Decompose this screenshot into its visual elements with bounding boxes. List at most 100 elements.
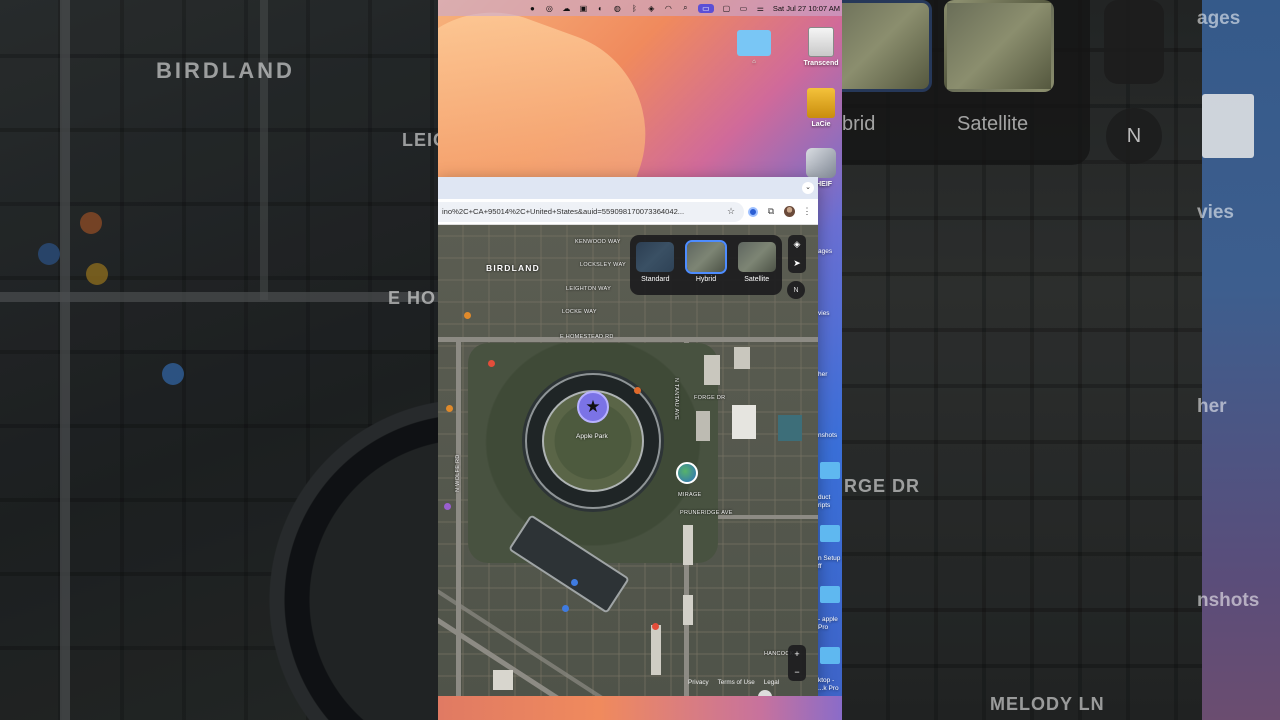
zoom-in-button[interactable]: +	[794, 649, 799, 659]
backdrop-thumb-hybrid	[842, 0, 932, 92]
desktop-drive-lacie[interactable]: LaCie	[798, 88, 842, 128]
building	[734, 347, 750, 369]
backdrop-side-label: nshots	[1197, 590, 1260, 611]
desktop-icon-label[interactable]: - apple	[818, 616, 838, 623]
folder-icon[interactable]	[820, 525, 840, 542]
battery-icon[interactable]: ▭	[739, 4, 748, 13]
backdrop-street-label: LEIG	[402, 130, 438, 150]
desktop-side-icons: ages vies her nshots duct ripts n Setup …	[818, 200, 842, 696]
desktop-icon-label[interactable]: ff	[818, 563, 822, 570]
building	[683, 595, 693, 625]
map-type-satellite[interactable]: Satellite	[735, 242, 779, 295]
map-type-picker: Standard Hybrid Satellite	[630, 235, 782, 295]
map-type-label: Satellite	[744, 276, 770, 283]
folder-icon[interactable]	[820, 647, 840, 664]
privacy-link[interactable]: Privacy	[688, 679, 709, 686]
poi-shop-icon[interactable]	[444, 503, 451, 510]
search-icon[interactable]: ⌕	[681, 3, 690, 13]
tab-strip: ⌄	[438, 177, 818, 199]
layers-icon[interactable]: ◈	[647, 4, 656, 13]
legal-link[interactable]: Legal	[764, 679, 779, 686]
drive-icon	[808, 27, 834, 57]
desktop-icon-label[interactable]: ktop -	[818, 677, 834, 684]
backdrop-file	[1202, 94, 1254, 158]
browser-toolbar: ino%2C+CA+95014%2C+United+States&auid=55…	[438, 199, 818, 225]
desktop-drive-transcend[interactable]: Transcend	[798, 27, 842, 67]
chevron-down-icon[interactable]: ⌄	[802, 182, 814, 194]
paint-icon[interactable]: ◐	[596, 4, 605, 13]
control-center-icon[interactable]: ⚌	[756, 4, 765, 13]
desktop-icon-label: LaCie	[811, 121, 831, 128]
map-type-thumbnail	[684, 240, 727, 274]
address-bar[interactable]: ino%2C+CA+95014%2C+United+States&auid=55…	[438, 201, 744, 222]
building	[651, 625, 661, 675]
poi-parking-icon[interactable]	[571, 579, 578, 586]
desktop-icon-label[interactable]: ...k Pro	[818, 685, 839, 692]
profile-avatar[interactable]	[780, 203, 798, 221]
location-arrow-icon[interactable]: ➤	[793, 258, 801, 269]
map-type-label: Hybrid	[695, 276, 717, 283]
backdrop-thumb-satellite	[944, 0, 1054, 92]
desktop-icon-label[interactable]: nshots	[818, 432, 837, 439]
zoom-out-button[interactable]: −	[794, 667, 799, 677]
backdrop-side-label: ages	[1197, 8, 1241, 29]
street-label: LEIGHTON WAY	[566, 286, 612, 292]
extension-icon[interactable]	[744, 203, 762, 221]
building	[732, 405, 756, 439]
backdrop-street-label-2: E HO	[388, 288, 437, 308]
poi-icon[interactable]	[488, 360, 495, 367]
desktop-folder[interactable]: ⌂	[736, 30, 772, 65]
globe-icon[interactable]	[676, 462, 698, 484]
backdrop-poi	[80, 212, 102, 234]
desktop-icon-label[interactable]: ages	[818, 248, 832, 255]
poi-icon[interactable]	[634, 387, 641, 394]
street-label: PRUNERIDGE AVE	[680, 510, 733, 516]
terms-link[interactable]: Terms of Use	[718, 679, 755, 686]
wifi-icon[interactable]: ◠	[664, 4, 673, 13]
desktop-icon-label[interactable]: duct	[818, 494, 830, 501]
layers-icon[interactable]: ◈	[794, 239, 801, 250]
map-type-hybrid[interactable]: Hybrid	[684, 240, 728, 295]
menu-bar-clock[interactable]: Sat Jul 27 10:07 AM	[773, 4, 840, 13]
drive-icon	[807, 88, 835, 118]
sync-icon[interactable]: ◎	[545, 4, 554, 13]
folder-icon[interactable]	[820, 586, 840, 603]
cast-icon[interactable]: ▣	[579, 4, 588, 13]
puzzle-icon[interactable]: ⧉	[762, 203, 780, 221]
converter-app-icon	[806, 148, 836, 178]
area-label-birdland[interactable]: BIRDLAND	[486, 263, 540, 273]
backdrop-side-label: her	[1197, 396, 1227, 417]
desktop-icon-label[interactable]: ripts	[818, 502, 830, 509]
cloud-icon[interactable]: ☁	[562, 4, 571, 13]
bluetooth-icon[interactable]: ᛒ	[630, 4, 639, 13]
poi-icon[interactable]	[652, 623, 659, 630]
map-layer-controls: ◈ ➤	[788, 235, 806, 273]
map-type-label: Standard	[641, 276, 670, 283]
place-label-apple-park[interactable]: Apple Park	[576, 433, 608, 440]
window-icon[interactable]: ▢	[722, 4, 731, 13]
star-icon[interactable]: ☆	[722, 203, 740, 221]
desktop-icon-label: Transcend	[803, 60, 839, 67]
star-icon[interactable]: ★	[577, 391, 609, 423]
poi-parking-icon[interactable]	[562, 605, 569, 612]
compass-button[interactable]: N	[787, 281, 805, 299]
poi-food-icon[interactable]	[464, 312, 471, 319]
more-menu-icon[interactable]: ⋮	[798, 203, 816, 221]
backdrop-poi	[86, 263, 108, 285]
folder-icon[interactable]	[820, 462, 840, 479]
desktop-icon-label[interactable]: n Setup	[818, 555, 840, 562]
desktop-icon-label[interactable]: vies	[818, 310, 830, 317]
road-freeway	[438, 605, 638, 697]
map-view[interactable]: BIRDLAND KENWOOD WAY LOCKSLEY WAY LEIGHT…	[438, 225, 818, 697]
screen-share-icon[interactable]: ▭	[697, 3, 714, 13]
street-label: KENWOOD WAY	[575, 239, 621, 245]
map-type-standard[interactable]: Standard	[633, 242, 677, 295]
backdrop-street: RGE DR	[844, 476, 921, 496]
desktop-icon-label[interactable]: Pro	[818, 624, 828, 631]
record-icon[interactable]: ●	[528, 4, 537, 13]
building	[683, 525, 693, 565]
backdrop-area-label: BIRDLAND	[156, 58, 295, 83]
desktop-icon-label[interactable]: her	[818, 371, 827, 378]
globe-icon[interactable]: ◍	[613, 4, 622, 13]
poi-food-icon[interactable]	[446, 405, 453, 412]
